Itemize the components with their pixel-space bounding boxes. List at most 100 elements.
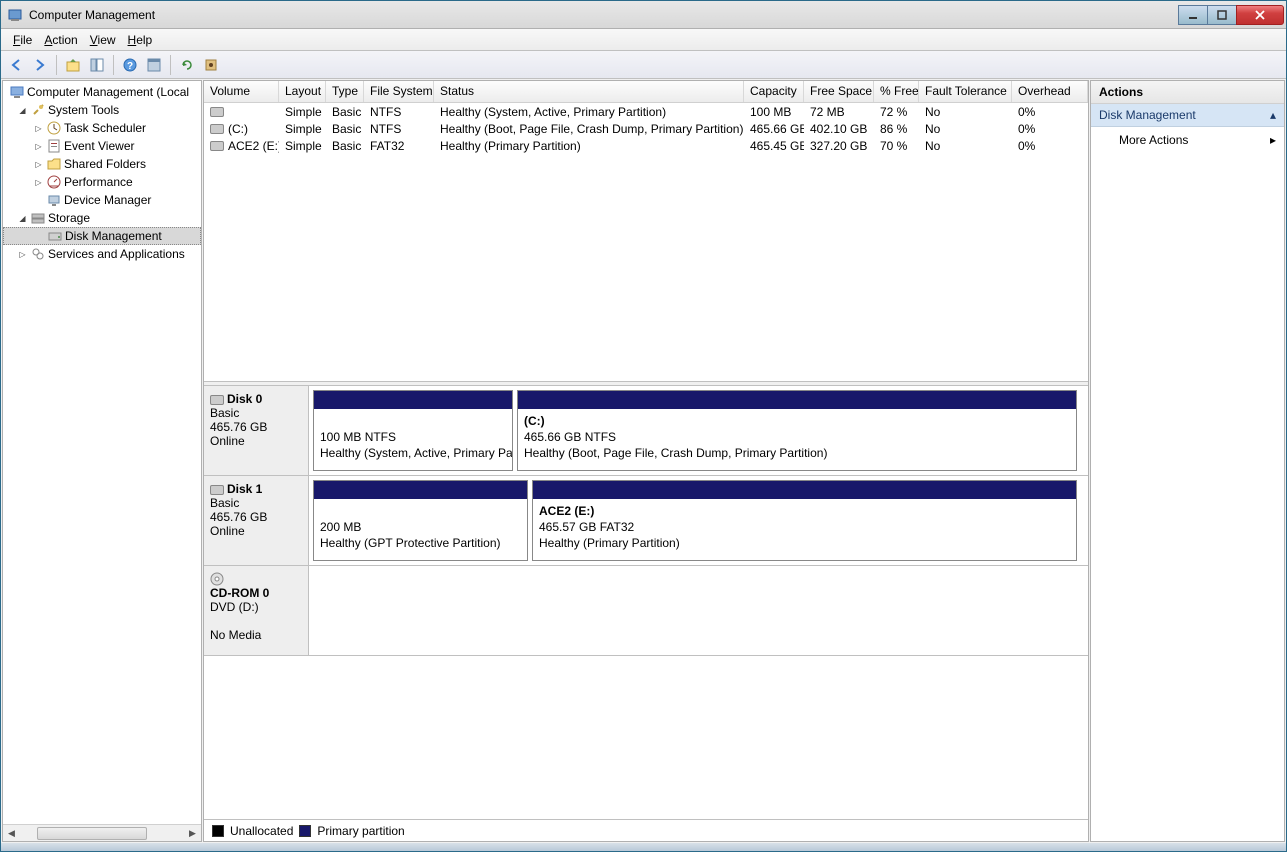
- partition[interactable]: 200 MBHealthy (GPT Protective Partition): [313, 480, 528, 561]
- menu-help[interactable]: Help: [122, 31, 159, 49]
- tree-root-label: Computer Management (Local: [27, 85, 189, 99]
- volume-list-header[interactable]: Volume Layout Type File System Status Ca…: [204, 81, 1088, 103]
- partition-bar: [314, 481, 527, 499]
- partition[interactable]: 100 MB NTFSHealthy (System, Active, Prim…: [313, 390, 513, 471]
- actions-section[interactable]: Disk Management ▴: [1091, 104, 1284, 127]
- expand-icon[interactable]: ▷: [17, 249, 28, 260]
- col-freespace[interactable]: Free Space: [804, 81, 874, 102]
- menu-file[interactable]: File: [7, 31, 38, 49]
- expand-icon[interactable]: ▷: [33, 141, 44, 152]
- legend-primary-label: Primary partition: [317, 824, 404, 838]
- toolbar: ?: [1, 51, 1286, 79]
- disk-row[interactable]: CD-ROM 0DVD (D:)No Media: [204, 566, 1088, 656]
- drive-icon: [210, 124, 224, 134]
- view-settings-button[interactable]: [143, 54, 165, 76]
- scroll-right-icon[interactable]: ▶: [184, 826, 201, 841]
- collapse-up-icon: ▴: [1270, 108, 1276, 122]
- drive-icon: [210, 107, 224, 117]
- col-overhead[interactable]: Overhead: [1012, 81, 1088, 102]
- disk-row[interactable]: Disk 1Basic465.76 GBOnline 200 MBHealthy…: [204, 476, 1088, 566]
- storage-icon: [30, 210, 46, 226]
- tree-root[interactable]: Computer Management (Local: [3, 83, 201, 101]
- legend-unallocated-label: Unallocated: [230, 824, 293, 838]
- tree-disk-management[interactable]: Disk Management: [3, 227, 201, 245]
- settings-button[interactable]: [200, 54, 222, 76]
- col-type[interactable]: Type: [326, 81, 364, 102]
- disk-row[interactable]: Disk 0Basic465.76 GBOnline 100 MB NTFSHe…: [204, 386, 1088, 476]
- disk-info: Disk 1Basic465.76 GBOnline: [204, 476, 309, 565]
- titlebar[interactable]: Computer Management: [1, 1, 1286, 29]
- scroll-thumb[interactable]: [37, 827, 147, 840]
- volume-list[interactable]: Volume Layout Type File System Status Ca…: [204, 81, 1088, 381]
- col-capacity[interactable]: Capacity: [744, 81, 804, 102]
- col-fault[interactable]: Fault Tolerance: [919, 81, 1012, 102]
- menubar: File Action View Help: [1, 29, 1286, 51]
- menu-view[interactable]: View: [84, 31, 122, 49]
- expand-icon[interactable]: ▷: [33, 159, 44, 170]
- expand-icon[interactable]: ▷: [33, 177, 44, 188]
- tree-label: Shared Folders: [64, 157, 146, 171]
- volume-row[interactable]: ACE2 (E:)SimpleBasicFAT32Healthy (Primar…: [204, 137, 1088, 154]
- partition-bar: [314, 391, 512, 409]
- refresh-button[interactable]: [176, 54, 198, 76]
- maximize-button[interactable]: [1207, 5, 1237, 25]
- col-layout[interactable]: Layout: [279, 81, 326, 102]
- collapse-icon[interactable]: ◢: [17, 105, 28, 116]
- tree-performance[interactable]: ▷ Performance: [3, 173, 201, 191]
- window-frame: Computer Management File Action View Hel…: [0, 0, 1287, 852]
- svg-text:?: ?: [127, 61, 133, 72]
- window-title: Computer Management: [29, 8, 1179, 22]
- tree-services[interactable]: ▷ Services and Applications: [3, 245, 201, 263]
- tree-pane[interactable]: Computer Management (Local ◢ System Tool…: [2, 80, 202, 842]
- forward-button[interactable]: [29, 54, 51, 76]
- help-button[interactable]: ?: [119, 54, 141, 76]
- tools-icon: [30, 102, 46, 118]
- up-button[interactable]: [62, 54, 84, 76]
- col-status[interactable]: Status: [434, 81, 744, 102]
- col-pctfree[interactable]: % Free: [874, 81, 919, 102]
- event-icon: [46, 138, 62, 154]
- col-filesystem[interactable]: File System: [364, 81, 434, 102]
- actions-more[interactable]: More Actions ▸: [1091, 127, 1284, 153]
- drive-icon: [210, 141, 224, 151]
- folder-icon: [46, 156, 62, 172]
- tree-shared-folders[interactable]: ▷ Shared Folders: [3, 155, 201, 173]
- tree-event-viewer[interactable]: ▷ Event Viewer: [3, 137, 201, 155]
- actions-header: Actions: [1091, 81, 1284, 104]
- collapse-icon[interactable]: ◢: [17, 213, 28, 224]
- tree-scrollbar[interactable]: ◀ ▶: [3, 824, 201, 841]
- partition-bar: [533, 481, 1076, 499]
- computer-icon: [9, 84, 25, 100]
- legend: Unallocated Primary partition: [204, 819, 1088, 841]
- tree-label: Storage: [48, 211, 90, 225]
- scroll-left-icon[interactable]: ◀: [3, 826, 20, 841]
- volume-row[interactable]: SimpleBasicNTFSHealthy (System, Active, …: [204, 103, 1088, 120]
- back-button[interactable]: [5, 54, 27, 76]
- show-hide-button[interactable]: [86, 54, 108, 76]
- legend-unallocated-swatch: [212, 825, 224, 837]
- expand-icon[interactable]: ▷: [33, 123, 44, 134]
- device-icon: [46, 192, 62, 208]
- tree-label: Services and Applications: [48, 247, 185, 261]
- partition[interactable]: (C:)465.66 GB NTFSHealthy (Boot, Page Fi…: [517, 390, 1077, 471]
- main-area: Computer Management (Local ◢ System Tool…: [1, 79, 1286, 843]
- tree-storage[interactable]: ◢ Storage: [3, 209, 201, 227]
- close-button[interactable]: [1236, 5, 1284, 25]
- actions-section-label: Disk Management: [1099, 108, 1196, 122]
- tree-label: Performance: [64, 175, 133, 189]
- actions-more-label: More Actions: [1119, 133, 1188, 147]
- frame-bottom: [1, 843, 1286, 851]
- minimize-button[interactable]: [1178, 5, 1208, 25]
- legend-primary-swatch: [299, 825, 311, 837]
- tree-device-manager[interactable]: Device Manager: [3, 191, 201, 209]
- volume-row[interactable]: (C:)SimpleBasicNTFSHealthy (Boot, Page F…: [204, 120, 1088, 137]
- partition[interactable]: ACE2 (E:)465.57 GB FAT32Healthy (Primary…: [532, 480, 1077, 561]
- col-volume[interactable]: Volume: [204, 81, 279, 102]
- menu-action[interactable]: Action: [38, 31, 83, 49]
- tree-label: System Tools: [48, 103, 119, 117]
- tree-system-tools[interactable]: ◢ System Tools: [3, 101, 201, 119]
- tree-task-scheduler[interactable]: ▷ Task Scheduler: [3, 119, 201, 137]
- actions-pane: Actions Disk Management ▴ More Actions ▸: [1090, 80, 1285, 842]
- disk-map[interactable]: Disk 0Basic465.76 GBOnline 100 MB NTFSHe…: [204, 386, 1088, 819]
- disk-info: Disk 0Basic465.76 GBOnline: [204, 386, 309, 475]
